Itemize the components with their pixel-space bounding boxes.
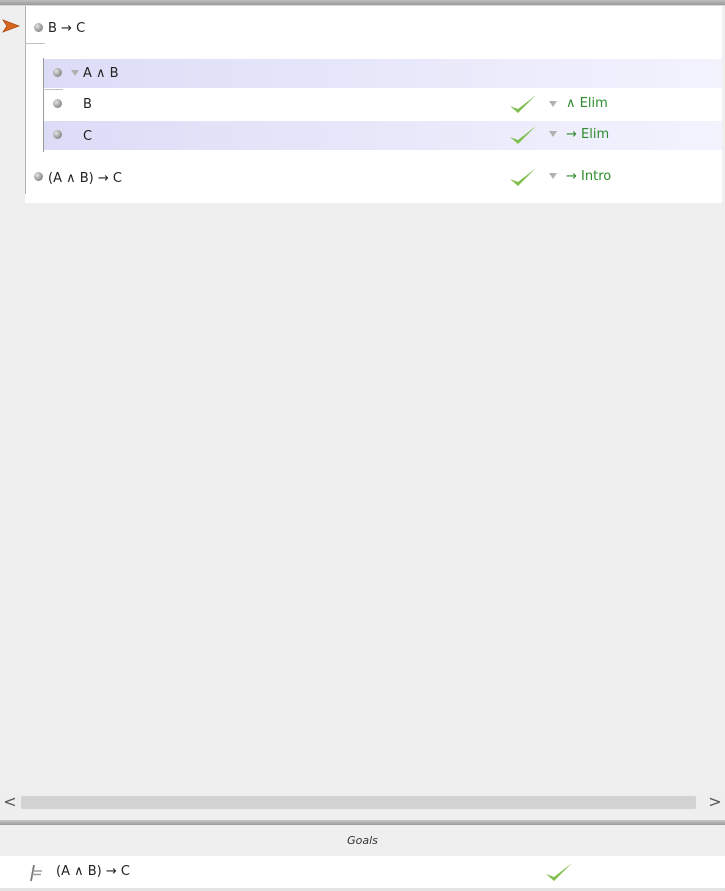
goal-check-icon [546,863,572,881]
line-formula[interactable]: B [83,97,92,112]
line-bullet-icon[interactable] [53,130,62,139]
proof-panel[interactable]: B → C A ∧ B B ∧ Elim C → Elim (A ∧ B) → … [0,6,725,793]
rule-dropdown-icon[interactable] [549,131,557,137]
rule-label[interactable]: ∧ Elim [566,96,608,111]
line-bullet-icon[interactable] [53,68,62,77]
goals-header: Goals [0,826,725,855]
assumption-bar [25,43,45,44]
proof-line-2[interactable]: A ∧ B [44,59,722,88]
check-icon [510,168,536,186]
line-bullet-icon[interactable] [34,23,43,32]
line-formula[interactable]: C [83,129,92,144]
scrollbar-thumb[interactable] [21,796,696,809]
current-line-arrow-icon [2,19,20,33]
rule-label[interactable]: → Elim [566,127,609,142]
proof-line-1[interactable]: B → C [25,14,722,43]
line-formula[interactable]: A ∧ B [83,66,119,81]
horizontal-scrollbar[interactable]: < > [0,793,725,812]
line-formula[interactable]: (A ∧ B) → C [48,171,122,186]
proof-line-4[interactable]: C → Elim [44,121,722,150]
line-formula[interactable]: B → C [48,21,85,36]
rule-dropdown-icon[interactable] [549,101,557,107]
rule-label[interactable]: → Intro [566,169,611,184]
panel-splitter[interactable] [0,820,725,825]
scroll-right-arrow-icon[interactable]: > [705,793,725,812]
goal-formula: (A ∧ B) → C [56,864,130,879]
check-icon [510,95,536,113]
line-bullet-icon[interactable] [34,172,43,181]
check-icon [510,126,536,144]
goal-item[interactable]: (A ∧ B) → C [0,856,725,888]
rule-dropdown-icon[interactable] [549,173,557,179]
proof-line-5[interactable]: (A ∧ B) → C → Intro [25,163,722,192]
line-bullet-icon[interactable] [53,99,62,108]
dropdown-triangle-icon[interactable] [71,70,79,76]
turnstile-icon [30,864,42,882]
proof-line-3[interactable]: B ∧ Elim [44,90,722,119]
scroll-left-arrow-icon[interactable]: < [0,793,20,812]
